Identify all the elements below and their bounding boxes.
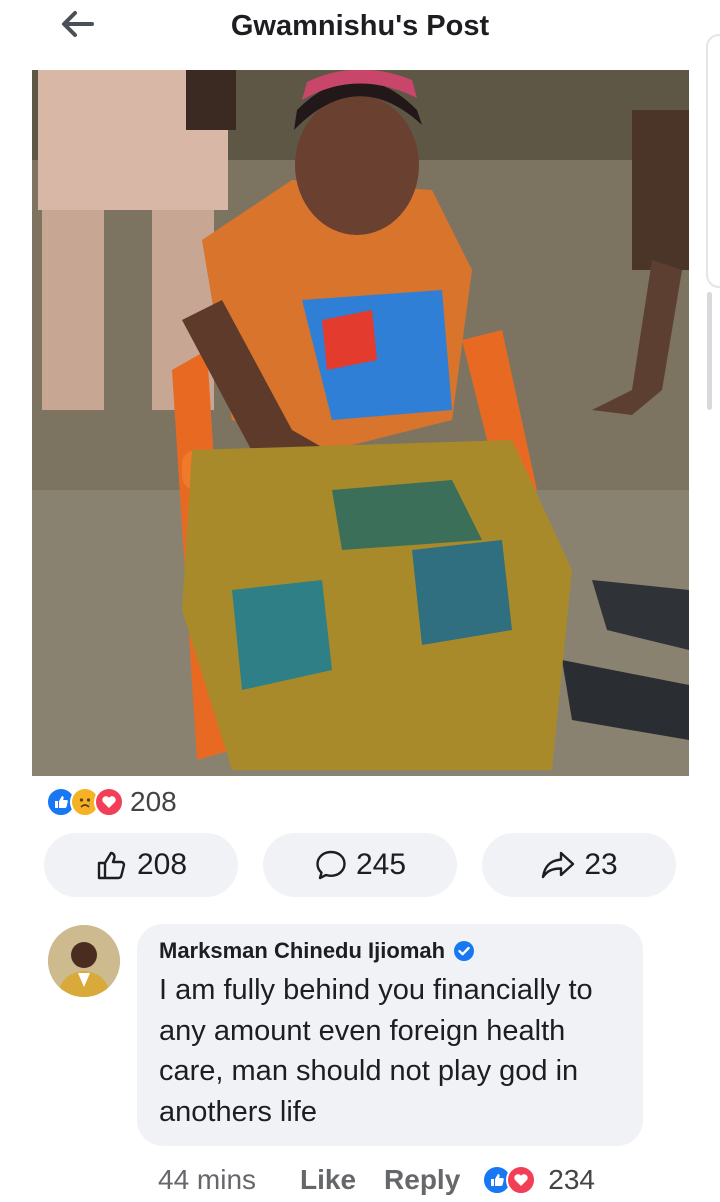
comment-reply-link[interactable]: Reply xyxy=(384,1164,460,1196)
share-count: 23 xyxy=(584,848,618,881)
top-bar: Gwamnishu's Post xyxy=(0,0,720,58)
side-scroll-handle[interactable] xyxy=(706,34,720,288)
like-count: 208 xyxy=(136,848,188,881)
reaction-summary[interactable]: 208 xyxy=(46,783,177,821)
comment-reaction-icons[interactable] xyxy=(482,1165,537,1195)
thumbs-up-icon xyxy=(97,851,126,880)
comment-bubble-icon xyxy=(316,850,346,880)
reaction-count: 208 xyxy=(130,786,177,817)
verified-badge-icon xyxy=(454,941,475,961)
share-arrow-icon xyxy=(542,851,575,879)
avatar[interactable] xyxy=(48,925,120,997)
comment-author[interactable]: Marksman Chinedu Ijiomah xyxy=(159,938,445,964)
love-reaction-icon xyxy=(506,1165,537,1195)
comment-text: I am fully behind you financially to any… xyxy=(159,974,593,1128)
comment-footer: 44 mins Like Reply 234 xyxy=(158,1160,595,1200)
comment-bubble[interactable]: Marksman Chinedu Ijiomah I am fully behi… xyxy=(137,924,643,1146)
page-title: Gwamnishu's Post xyxy=(230,10,490,42)
comment-button[interactable]: 245 xyxy=(263,833,457,897)
scrollbar[interactable] xyxy=(707,292,712,410)
comment-count: 245 xyxy=(355,848,407,881)
comment-reaction-count: 234 xyxy=(548,1164,595,1195)
share-button[interactable]: 23 xyxy=(482,833,676,897)
like-button[interactable]: 208 xyxy=(44,833,238,897)
love-reaction-icon xyxy=(94,787,124,817)
post-photo[interactable] xyxy=(32,70,689,776)
comment-time: 44 mins xyxy=(158,1164,257,1195)
comment-like-link[interactable]: Like xyxy=(300,1164,356,1196)
